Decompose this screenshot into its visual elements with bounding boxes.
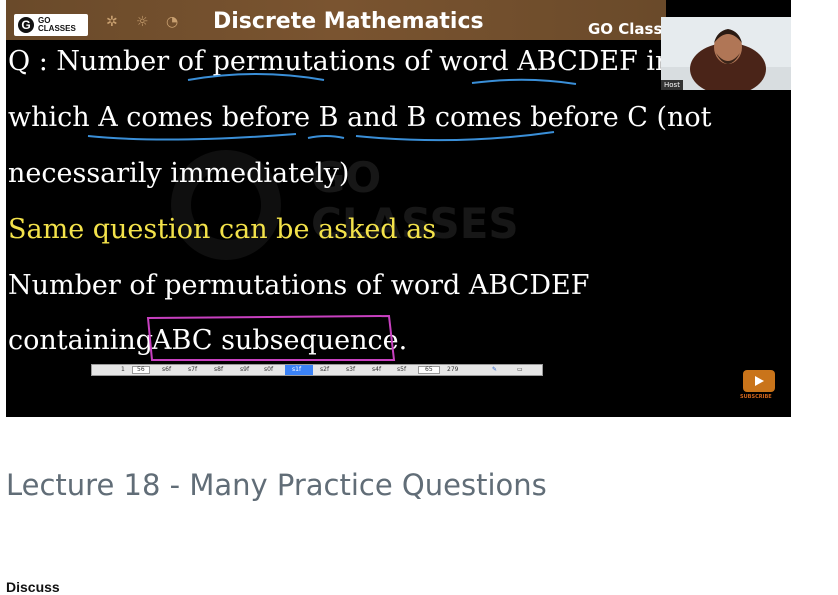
toolbar-item[interactable]: s6f <box>162 366 171 373</box>
host-label: Host <box>661 80 683 90</box>
subscribe-label: SUBSCRIBE <box>740 394 772 400</box>
toolbar-item[interactable]: s3f <box>346 366 355 373</box>
discuss-section-heading: Discuss <box>6 579 60 595</box>
toolbar-item[interactable]: s4f <box>372 366 381 373</box>
video-player[interactable]: G GO CLASSES ✲ ☼ ◔ Discrete Mathematics … <box>6 0 791 417</box>
lecture-title: Lecture 18 - Many Practice Questions <box>6 468 547 502</box>
screen-icon[interactable]: ▭ <box>517 366 523 373</box>
document-toolbar[interactable]: 1 56 s6f s7f s8f s9f s0f s1f s2f s3f s4f… <box>91 364 543 376</box>
page-field[interactable]: 1 <box>121 366 125 373</box>
webcam-feed: Host <box>661 17 791 90</box>
toolbar-item-active[interactable]: s1f <box>292 366 301 373</box>
toolbar-item[interactable]: s9f <box>240 366 249 373</box>
page-total: 279 <box>447 366 459 373</box>
toolbar-item[interactable]: s7f <box>188 366 197 373</box>
toolbar-item[interactable]: s0f <box>264 366 273 373</box>
pen-tool-icon[interactable]: ✎ <box>492 366 497 373</box>
toolbar-item[interactable]: s8f <box>214 366 223 373</box>
toolbar-item[interactable]: s2f <box>320 366 329 373</box>
play-icon <box>755 376 764 386</box>
youtube-subscribe-button[interactable] <box>743 370 775 392</box>
toolbar-item[interactable]: s5f <box>397 366 406 373</box>
